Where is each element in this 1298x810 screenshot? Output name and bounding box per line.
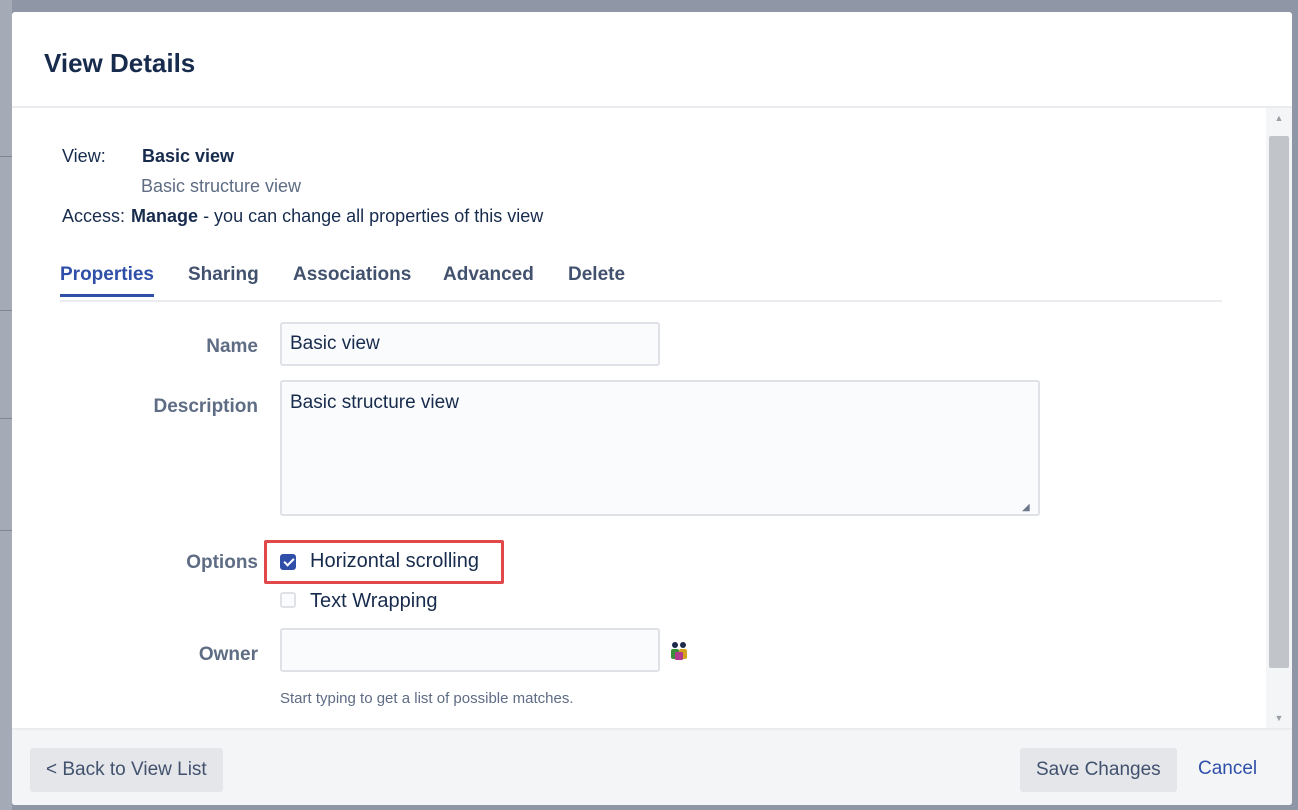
tab-advanced[interactable]: Advanced bbox=[443, 264, 534, 294]
view-label: View: bbox=[62, 146, 106, 166]
name-label: Name bbox=[206, 336, 258, 357]
access-info-row: Access: Manage - you can change all prope… bbox=[62, 206, 543, 227]
horizontal-scrolling-label[interactable]: Horizontal scrolling bbox=[310, 550, 479, 573]
resize-grip-icon[interactable]: ◢ bbox=[1022, 502, 1030, 513]
user-picker-icon[interactable] bbox=[668, 640, 690, 662]
tab-sharing[interactable]: Sharing bbox=[188, 264, 259, 294]
text-wrapping-label[interactable]: Text Wrapping bbox=[310, 590, 437, 613]
view-description: Basic structure view bbox=[141, 176, 302, 196]
owner-label: Owner bbox=[198, 644, 258, 665]
tab-bar: Properties Sharing Associations Advanced… bbox=[60, 264, 1222, 302]
scroll-down-arrow-icon[interactable]: ▼ bbox=[1266, 708, 1292, 728]
view-details-dialog: View Details View: Basic view Basic struc… bbox=[12, 12, 1292, 805]
dialog-header: View Details bbox=[12, 12, 1292, 108]
access-label: Access: bbox=[62, 206, 126, 226]
options-label: Options bbox=[186, 552, 258, 573]
background-divider bbox=[0, 310, 12, 311]
description-label: Description bbox=[153, 396, 258, 417]
dialog-scrollbar[interactable]: ▲ ▼ bbox=[1266, 108, 1292, 728]
dialog-title: View Details bbox=[44, 48, 196, 78]
dialog-footer: < Back to View List Save Changes Cancel bbox=[12, 728, 1292, 805]
horizontal-scrolling-checkbox[interactable] bbox=[280, 554, 296, 570]
cancel-link[interactable]: Cancel bbox=[1198, 758, 1257, 780]
owner-hint: Start typing to get a list of possible m… bbox=[280, 690, 574, 707]
view-name: Basic view bbox=[142, 146, 235, 166]
background-divider bbox=[0, 156, 12, 157]
tab-associations[interactable]: Associations bbox=[293, 264, 411, 294]
background-divider bbox=[0, 530, 12, 531]
background-page bbox=[0, 0, 12, 810]
access-level: Manage bbox=[131, 206, 199, 226]
view-info-row: View: Basic view bbox=[62, 146, 234, 167]
back-to-view-list-button[interactable]: < Back to View List bbox=[30, 748, 223, 792]
tab-properties[interactable]: Properties bbox=[60, 264, 154, 297]
scrollbar-thumb[interactable] bbox=[1269, 136, 1289, 668]
save-changes-button[interactable]: Save Changes bbox=[1020, 748, 1177, 792]
owner-input[interactable] bbox=[280, 628, 660, 672]
description-textarea[interactable]: Basic structure view bbox=[280, 380, 1040, 516]
scroll-up-arrow-icon[interactable]: ▲ bbox=[1266, 108, 1292, 128]
background-divider bbox=[0, 418, 12, 419]
tab-delete[interactable]: Delete bbox=[568, 264, 625, 294]
access-description: - you can change all properties of this … bbox=[198, 206, 544, 226]
text-wrapping-checkbox[interactable] bbox=[280, 592, 296, 608]
name-input[interactable] bbox=[280, 322, 660, 366]
